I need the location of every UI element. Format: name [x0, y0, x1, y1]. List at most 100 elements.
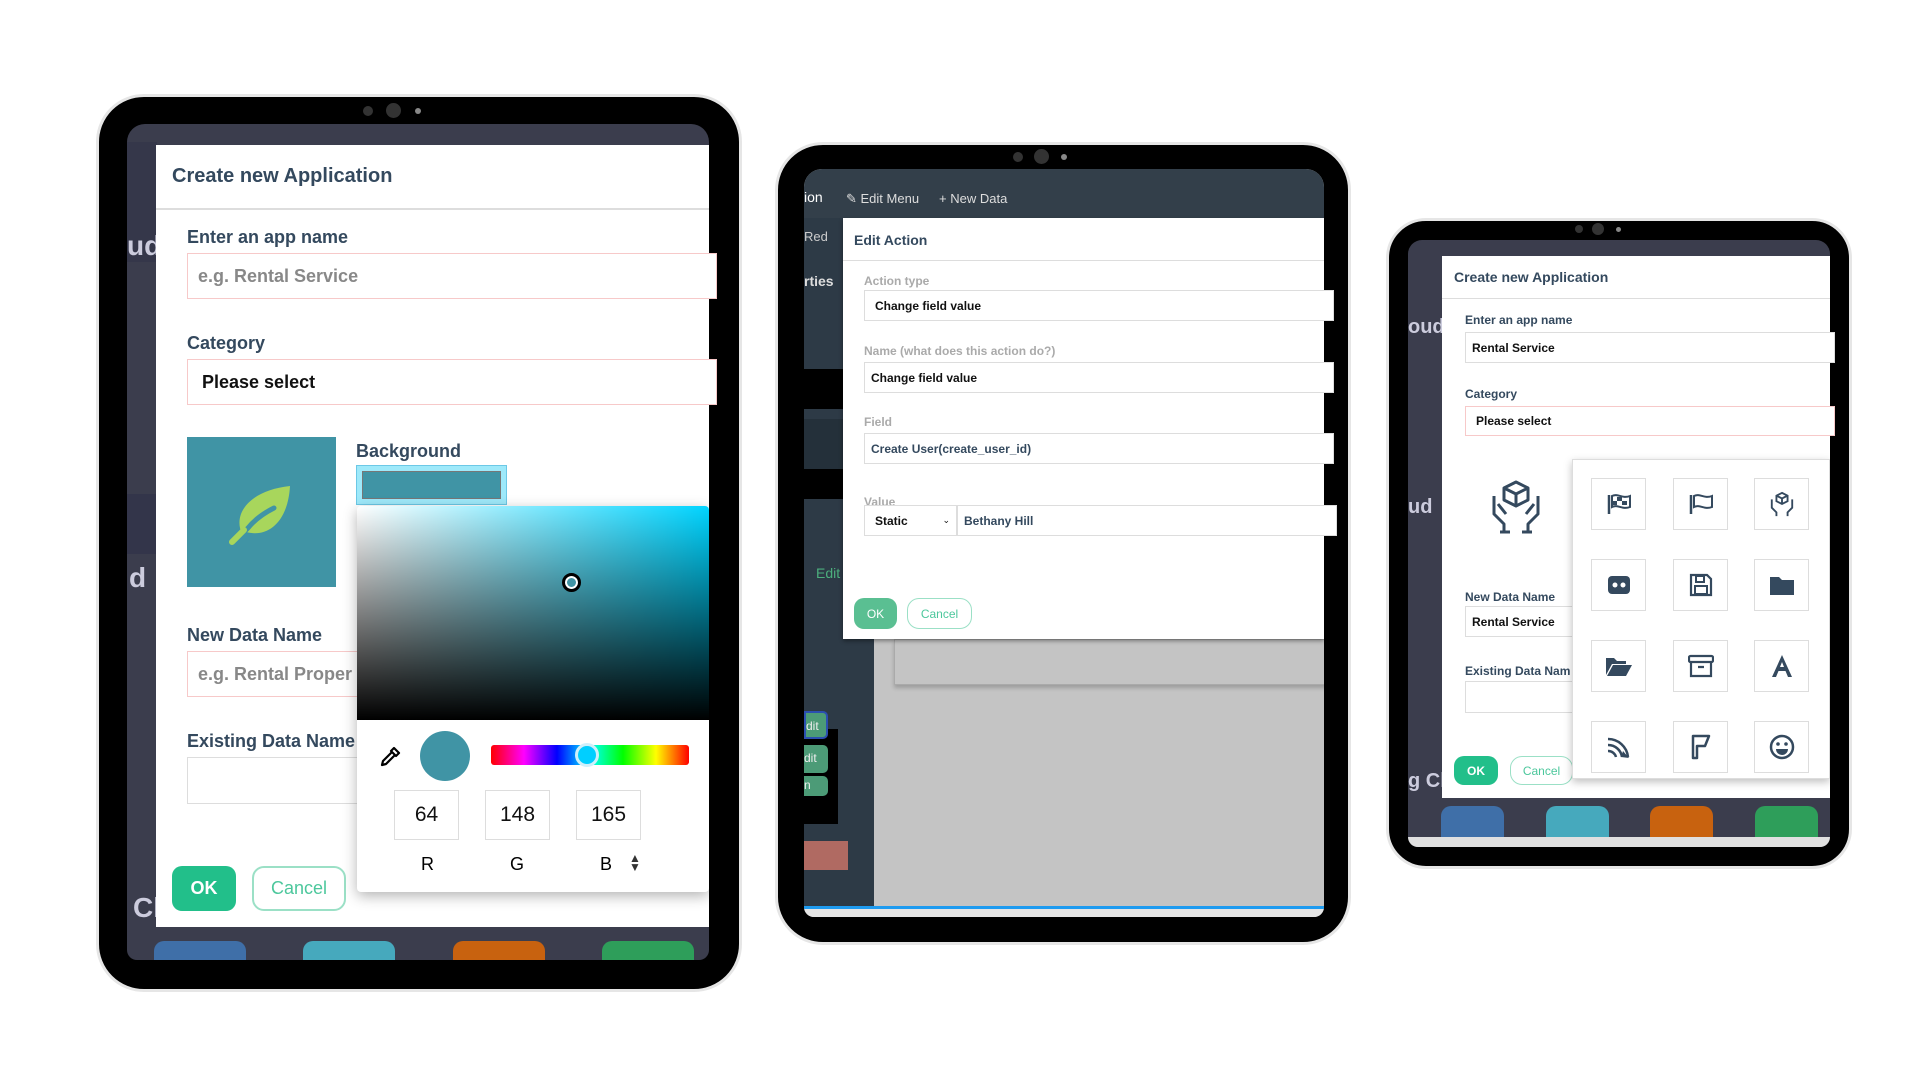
icon-option-flag-checkered[interactable] [1591, 478, 1646, 530]
category-value: Please select [202, 371, 316, 392]
category-label: Category [187, 333, 266, 353]
icon-option-grin-face[interactable] [1754, 721, 1809, 773]
leaf-icon [228, 486, 290, 545]
mode-toggle-icon[interactable]: ▲ ▼ [629, 852, 641, 873]
edit-button-1[interactable]: dit [804, 711, 828, 739]
folder-open-icon [1605, 658, 1632, 676]
divider [843, 260, 1324, 261]
action-type-select[interactable]: Change field value [864, 290, 1334, 321]
new-data-name-label: New Data Name [187, 625, 323, 645]
new-data-name-placeholder: e.g. Rental Proper [198, 663, 353, 684]
folder-icon [1769, 577, 1794, 595]
cancel-button[interactable]: Cancel [1510, 756, 1573, 785]
properties-fragment: rties [804, 273, 834, 289]
green-value-input[interactable]: 148 [485, 790, 550, 840]
dock-app-1[interactable] [1441, 806, 1504, 837]
app-name-label: Enter an app name [187, 227, 349, 247]
icon-option-archive-box[interactable] [1673, 640, 1728, 692]
value-mode: Static [875, 513, 908, 528]
category-value: Please select [1476, 414, 1552, 428]
existing-data-name-input[interactable] [187, 757, 367, 804]
category-select[interactable]: Please select [187, 359, 717, 405]
app-name-label: Enter an app name [1465, 313, 1573, 327]
edit-fragment[interactable]: Edit [816, 565, 840, 581]
icon-option-font[interactable] [1754, 640, 1809, 692]
icon-option-folder[interactable] [1754, 559, 1809, 611]
new-data-button[interactable]: + New Data [939, 191, 1007, 206]
icon-option-signal-feed[interactable] [1591, 721, 1646, 773]
dock-app-4[interactable] [602, 941, 694, 960]
icon-option-robot-face[interactable] [1591, 559, 1646, 611]
app-icon-preview[interactable] [187, 437, 336, 587]
icon-option-folder-open[interactable] [1591, 640, 1646, 692]
dock-app-2[interactable] [1546, 806, 1609, 837]
hands-holding-box-icon[interactable] [1488, 478, 1544, 534]
red-value-input[interactable]: 64 [394, 790, 459, 840]
redo-fragment[interactable]: Red [804, 229, 828, 244]
ok-button[interactable]: OK [1454, 756, 1498, 785]
name-value: Change field value [871, 370, 978, 385]
value-mode-select[interactable]: Static ⌄ [864, 505, 957, 536]
saturation-cursor[interactable] [562, 573, 581, 592]
icon-option-floppy-disk[interactable] [1673, 559, 1728, 611]
saturation-value-area[interactable] [357, 506, 709, 720]
value-input[interactable]: Bethany Hill [957, 505, 1337, 536]
sensor-dot [415, 108, 421, 114]
robot-face-icon [1607, 576, 1630, 594]
icon-picker-popup [1572, 459, 1830, 779]
cancel-button[interactable]: Cancel [907, 598, 972, 629]
hue-slider-thumb[interactable] [575, 743, 599, 767]
dock-app-2[interactable] [303, 941, 395, 960]
dock-app-3[interactable] [453, 941, 545, 960]
eyedropper-icon[interactable] [378, 745, 402, 769]
blue-value-input[interactable]: 165 [576, 790, 641, 840]
signal-feed-icon [1607, 737, 1629, 758]
delete-button[interactable] [804, 841, 848, 870]
cancel-button[interactable]: Cancel [252, 866, 346, 911]
modal-title: Edit Action [854, 232, 928, 248]
background-color-swatch[interactable] [356, 465, 507, 505]
dock-app-4[interactable] [1755, 806, 1818, 837]
camera-dot [363, 106, 373, 116]
red-label: R [421, 854, 434, 874]
flag-checkered-icon [1607, 494, 1631, 514]
modal-title: Create new Application [172, 165, 393, 187]
new-data-label: New Data [950, 191, 1008, 206]
ok-button[interactable]: OK [172, 866, 236, 911]
existing-data-name-input[interactable] [1465, 681, 1575, 713]
edit-button-3[interactable]: n [804, 776, 828, 796]
color-preview-circle [420, 731, 470, 781]
icon-option-flag[interactable] [1673, 478, 1728, 530]
archive-box-icon [1687, 654, 1714, 678]
category-select[interactable]: Please select [1465, 406, 1835, 436]
ok-button[interactable]: OK [854, 598, 897, 629]
app-name-input[interactable]: Rental Service [1465, 332, 1835, 363]
edit-button-2[interactable]: dit [804, 745, 828, 773]
value-value: Bethany Hill [964, 513, 1034, 528]
icon-option-flag-alt[interactable] [1673, 721, 1728, 773]
dock-app-3[interactable] [1650, 806, 1713, 837]
new-data-name-input[interactable]: Rental Service [1465, 606, 1575, 637]
edit-menu-button[interactable]: ✎ Edit Menu [846, 191, 919, 207]
action-type-value: Change field value [875, 298, 982, 313]
app-name-placeholder: e.g. Rental Service [198, 265, 359, 286]
edit-action-modal: Edit Action Action type Change field val… [843, 218, 1337, 639]
camera-dot [1013, 152, 1023, 162]
modal-title: Create new Application [1454, 269, 1609, 285]
content-card [894, 639, 1324, 685]
name-label: Name (what does this action do?) [864, 344, 1056, 358]
grin-face-icon [1769, 734, 1794, 760]
chevron-down-icon: ⌄ [942, 515, 950, 525]
bg-text-fragment: d [129, 562, 147, 593]
app-name-input[interactable]: e.g. Rental Service [187, 253, 717, 299]
hands-holding-box-icon [1770, 491, 1793, 517]
existing-data-name-label: Existing Data Name [187, 731, 356, 751]
icon-option-hands-holding-box[interactable] [1754, 478, 1809, 530]
new-data-name-input[interactable]: e.g. Rental Proper [187, 651, 367, 697]
new-data-name-label: New Data Name [1465, 590, 1556, 604]
field-select[interactable]: Create User(create_user_id) [864, 433, 1334, 464]
name-input[interactable]: Change field value [864, 362, 1334, 393]
flag-alt-icon [1691, 734, 1710, 760]
flag-icon [1689, 494, 1713, 514]
dock-app-1[interactable] [154, 941, 246, 960]
